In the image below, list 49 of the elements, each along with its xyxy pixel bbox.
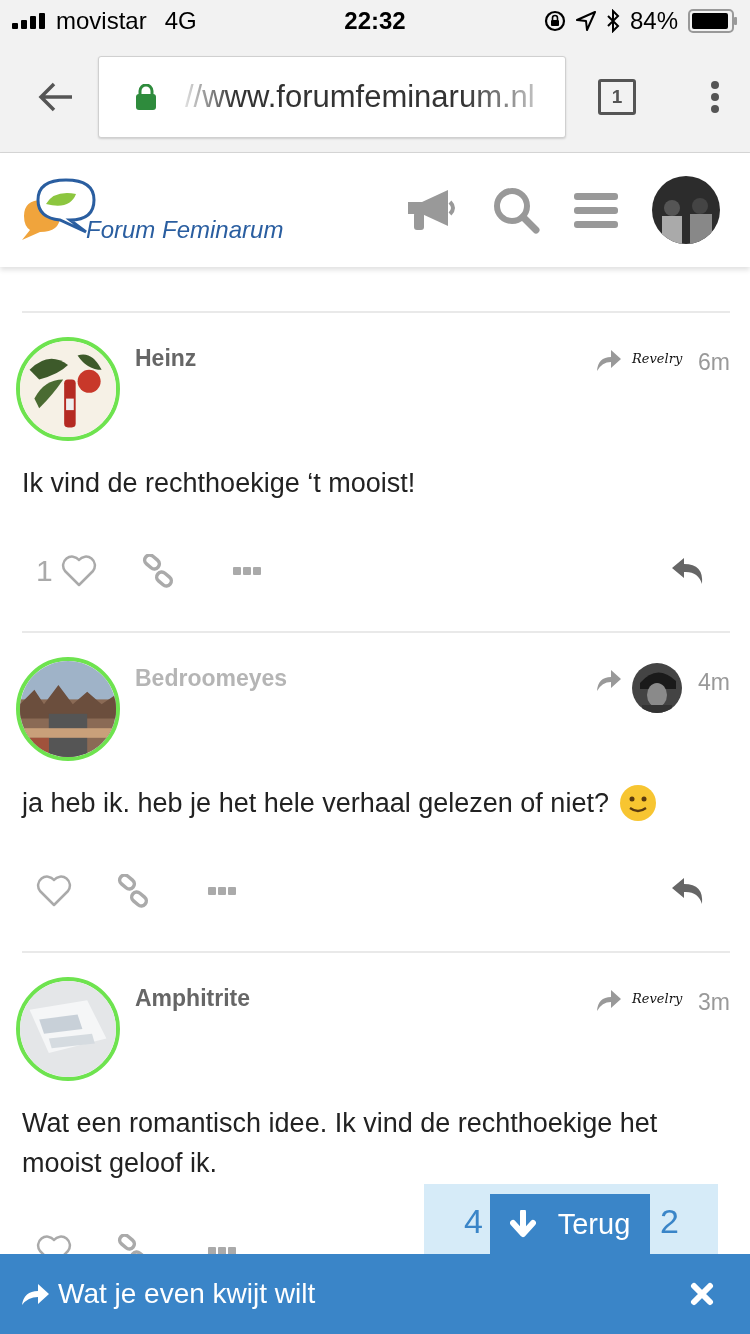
bluetooth-icon	[605, 9, 620, 33]
lock-icon	[135, 84, 157, 110]
down-arrow-icon	[509, 1210, 536, 1238]
post-text: ja heb ik. heb je het hele verhaal gelezen of niet?	[22, 787, 609, 820]
site-title[interactable]: Forum Feminarum	[86, 216, 284, 244]
reply-arrow-icon	[596, 669, 623, 691]
rotation-lock-icon	[543, 10, 566, 32]
close-icon[interactable]	[690, 1282, 714, 1306]
post-time: 6m	[698, 349, 730, 376]
carrier-name: movistar	[56, 7, 147, 35]
tab-count-button[interactable]: 1	[598, 79, 636, 115]
megaphone-icon[interactable]	[406, 188, 458, 232]
network-type: 4G	[164, 7, 197, 35]
location-arrow-icon	[575, 11, 596, 31]
brand-logo: Revelry	[632, 351, 683, 366]
link-icon[interactable]	[116, 874, 150, 908]
back-arrow-icon[interactable]	[38, 82, 74, 112]
reply-arrow-icon	[596, 349, 623, 371]
brand-logo: Revelry	[632, 991, 683, 1006]
post-time: 3m	[698, 989, 730, 1016]
more-menu-icon[interactable]	[710, 80, 720, 114]
battery-percent: 84%	[629, 7, 678, 35]
signal-icon	[12, 13, 48, 29]
clock-time: 22:32	[344, 7, 406, 34]
more-icon[interactable]	[208, 1246, 236, 1254]
menu-icon[interactable]	[574, 191, 618, 229]
progress-panel[interactable]: 4 Terug 2	[424, 1184, 718, 1254]
address-bar[interactable]: //www.forumfeminarum.nl	[98, 56, 566, 138]
back-button[interactable]: Terug	[490, 1194, 650, 1254]
reply-arrow-icon	[596, 989, 623, 1011]
author-name[interactable]: Amphitrite	[135, 985, 597, 1081]
post-text: Ik vind de rechthoekige ‘t mooist!	[22, 467, 416, 500]
link-icon[interactable]	[140, 554, 175, 588]
post-time: 4m	[698, 669, 730, 696]
battery-icon	[688, 9, 738, 33]
more-icon[interactable]	[208, 886, 236, 896]
post-total: 2	[660, 1202, 679, 1241]
share-arrow-icon	[20, 1281, 50, 1307]
url-text: //www.forumfeminarum.nl	[185, 79, 535, 115]
search-icon[interactable]	[492, 186, 540, 234]
post-text: Wat een romantisch idee. Ik vind de rechthoekige het mooist geloof ik.	[22, 1107, 659, 1180]
like-count: 1	[36, 554, 53, 588]
more-icon[interactable]	[232, 566, 261, 576]
reply-avatar[interactable]	[632, 663, 683, 713]
heart-icon[interactable]	[36, 875, 72, 907]
post-number: 4	[464, 1202, 483, 1241]
smiley-icon	[618, 784, 657, 822]
author-name[interactable]: Heinz	[135, 345, 597, 441]
heart-icon[interactable]	[60, 555, 97, 587]
